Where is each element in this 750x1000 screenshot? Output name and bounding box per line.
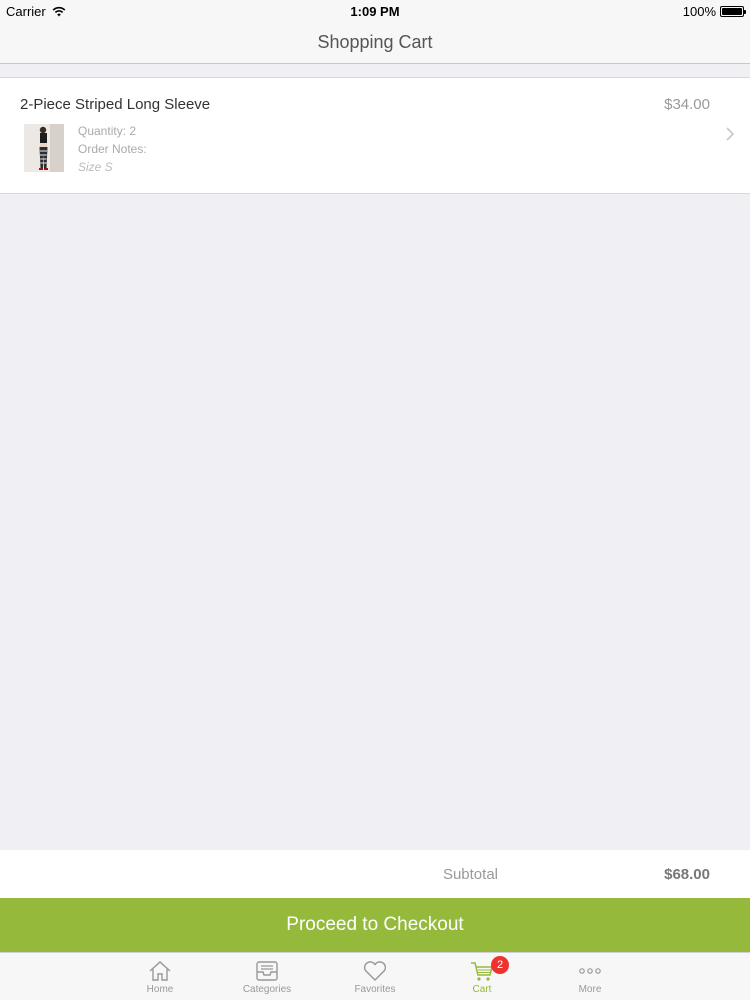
order-notes-value: Size S — [78, 160, 113, 174]
inbox-icon — [256, 961, 278, 981]
home-icon — [149, 961, 171, 981]
cart-item[interactable]: 2-Piece Striped Long Sleeve $34.00 Quant… — [0, 77, 750, 194]
item-quantity: Quantity: 2 — [78, 124, 137, 138]
battery-status: 100% — [682, 4, 746, 19]
tab-home-label: Home — [146, 984, 174, 995]
item-details: Quantity: 2 Order Notes: Size S — [78, 122, 147, 176]
more-icon — [579, 968, 601, 974]
tab-categories[interactable]: Categories — [222, 953, 312, 1000]
tab-favorites-label: Favorites — [354, 984, 396, 995]
tab-bar: Home Categories Favorites Cart 2 More — [0, 952, 750, 1000]
item-title: 2-Piece Striped Long Sleeve — [20, 96, 211, 113]
battery-percent: 100% — [682, 4, 716, 19]
cart-badge: 2 — [491, 956, 509, 974]
chevron-right-icon — [726, 127, 735, 141]
tab-more[interactable]: More — [545, 953, 635, 1000]
product-thumbnail — [24, 124, 64, 172]
status-bar: Carrier 1:09 PM 100% — [0, 0, 750, 22]
subtotal-label: Subtotal — [442, 866, 498, 883]
heart-icon — [363, 961, 387, 981]
item-price: $34.00 — [664, 96, 710, 113]
tab-home[interactable]: Home — [115, 953, 205, 1000]
subtotal-bar: Subtotal $68.00 — [0, 850, 750, 898]
navigation-bar: Shopping Cart — [0, 22, 750, 64]
page-title: Shopping Cart — [317, 32, 433, 52]
subtotal-value: $68.00 — [664, 866, 710, 883]
tab-categories-label: Categories — [242, 984, 292, 995]
tab-cart-label: Cart — [472, 984, 492, 995]
tab-favorites[interactable]: Favorites — [330, 953, 420, 1000]
tab-cart[interactable]: Cart 2 — [437, 953, 527, 1000]
tab-more-label: More — [578, 984, 602, 995]
order-notes-label: Order Notes: — [78, 142, 147, 156]
status-time: 1:09 PM — [350, 4, 400, 19]
proceed-to-checkout-button[interactable]: Proceed to Checkout — [0, 898, 750, 952]
battery-icon — [720, 6, 746, 17]
